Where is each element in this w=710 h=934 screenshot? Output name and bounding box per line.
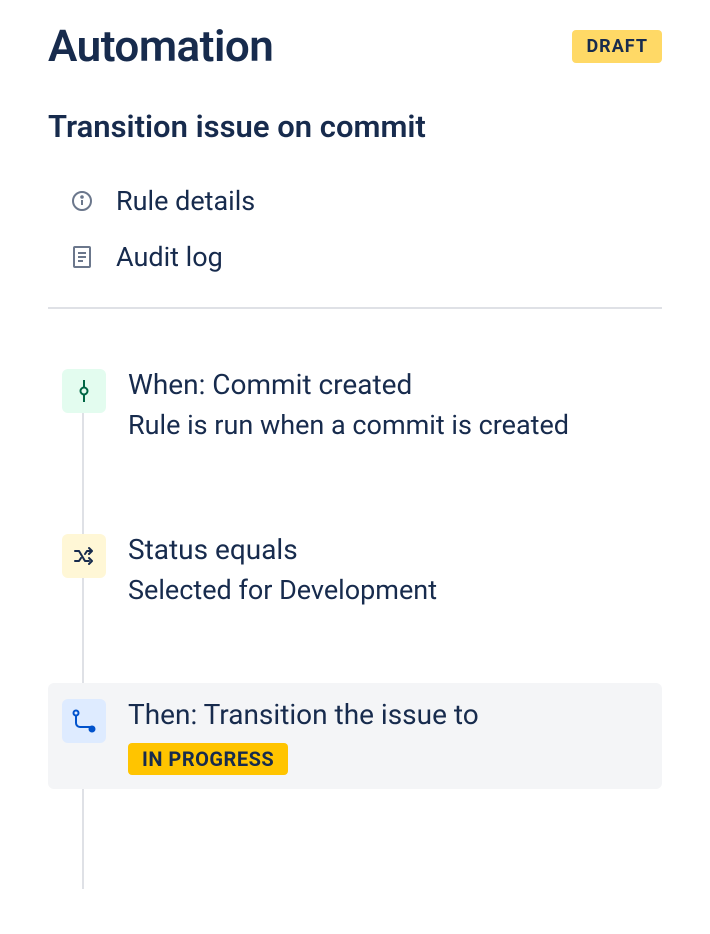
- trigger-desc: Rule is run when a commit is created: [128, 407, 648, 443]
- trigger-title: When: Commit created: [128, 367, 648, 403]
- document-icon: [70, 245, 94, 269]
- header: Automation DRAFT: [48, 20, 662, 72]
- timeline: When: Commit created Rule is run when a …: [48, 353, 662, 789]
- in-progress-badge: IN PROGRESS: [128, 743, 288, 775]
- audit-log-link[interactable]: Audit log: [48, 229, 662, 285]
- action-title: Then: Transition the issue to: [128, 697, 648, 733]
- draft-badge: DRAFT: [572, 30, 662, 63]
- condition-step[interactable]: Status equals Selected for Development: [48, 518, 662, 623]
- info-icon: [70, 189, 94, 213]
- action-step[interactable]: Then: Transition the issue to IN PROGRES…: [48, 683, 662, 789]
- trigger-step[interactable]: When: Commit created Rule is run when a …: [48, 353, 662, 458]
- flow-icon: [62, 699, 106, 743]
- commit-icon: [62, 369, 106, 413]
- action-content: Then: Transition the issue to IN PROGRES…: [128, 697, 648, 775]
- shuffle-icon: [62, 534, 106, 578]
- rule-details-link[interactable]: Rule details: [48, 173, 662, 229]
- condition-content: Status equals Selected for Development: [128, 532, 648, 609]
- divider: [48, 307, 662, 309]
- condition-desc: Selected for Development: [128, 572, 648, 608]
- page-title: Automation: [48, 20, 273, 72]
- audit-log-label: Audit log: [116, 241, 223, 273]
- rule-name: Transition issue on commit: [48, 108, 662, 145]
- condition-title: Status equals: [128, 532, 648, 568]
- rule-details-label: Rule details: [116, 185, 255, 217]
- trigger-content: When: Commit created Rule is run when a …: [128, 367, 648, 444]
